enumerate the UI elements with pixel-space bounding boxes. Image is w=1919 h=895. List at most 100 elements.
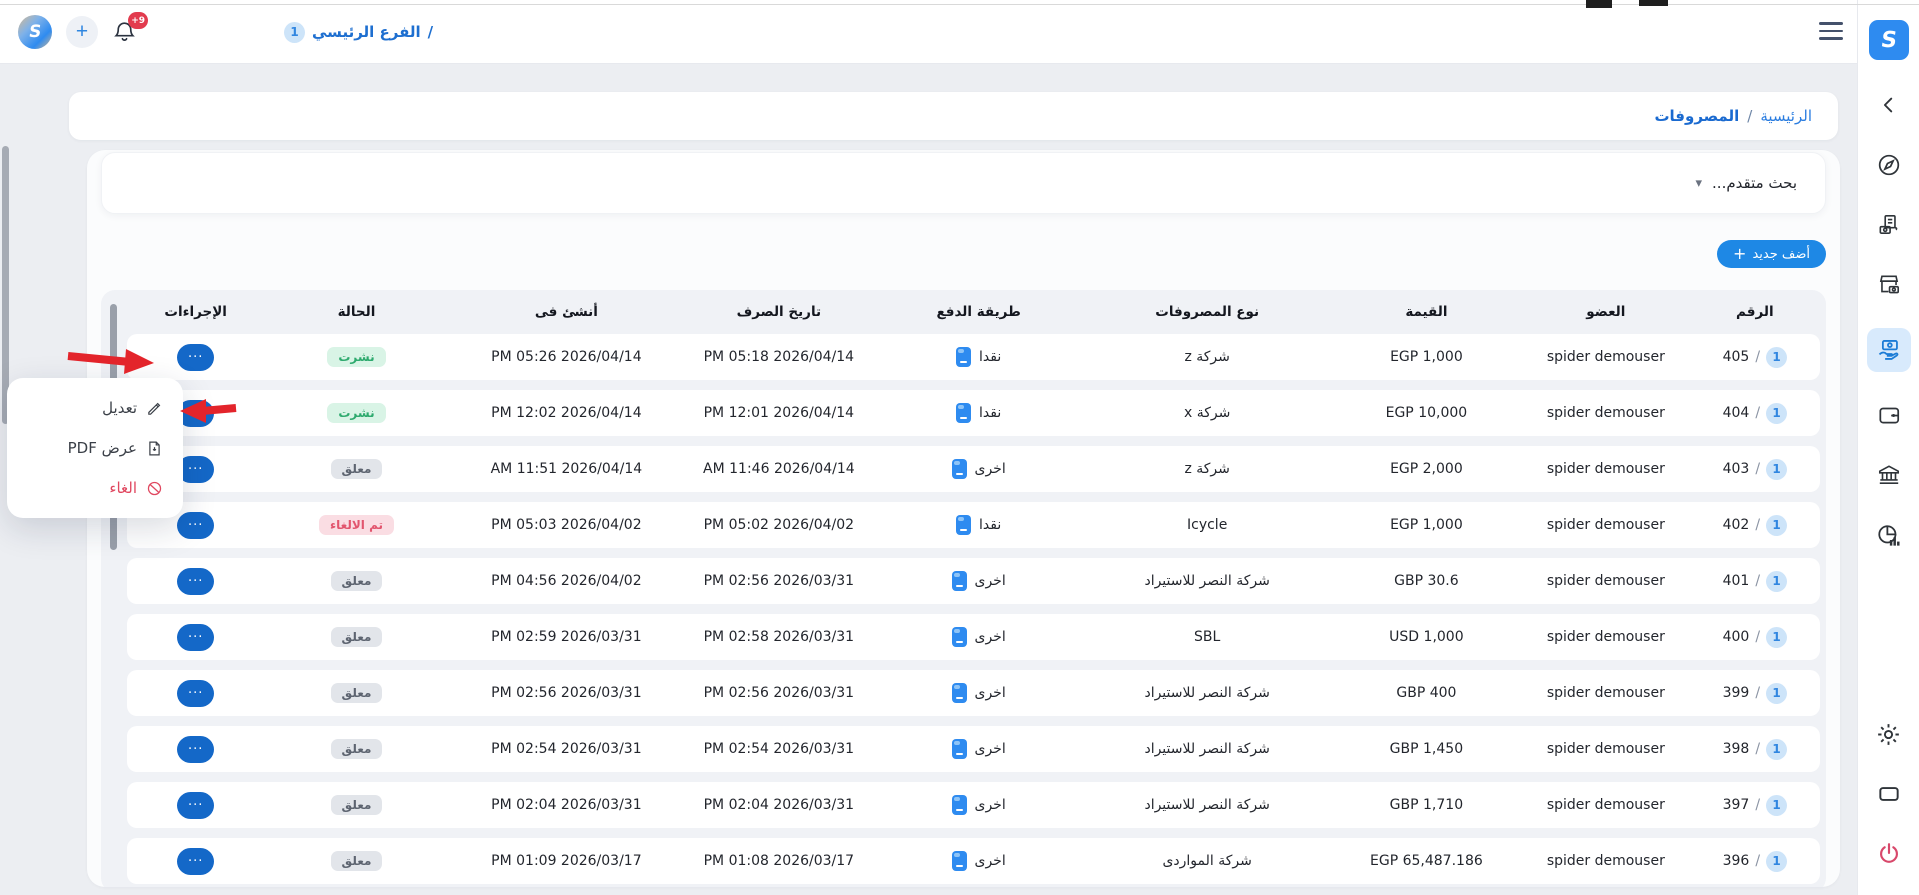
row-actions-button[interactable]: ... bbox=[177, 568, 214, 595]
wallet-icon bbox=[952, 627, 967, 647]
row-actions-button[interactable]: ... bbox=[177, 680, 214, 707]
advanced-search-label: بحث متقدم... bbox=[1712, 174, 1797, 192]
sidebar-invoice-cash-icon[interactable] bbox=[1867, 208, 1911, 242]
row-member: spider demouser bbox=[1522, 573, 1690, 589]
page-title: المصروفات bbox=[1654, 107, 1739, 125]
row-number: 398/1 bbox=[1690, 739, 1820, 760]
column-header-status: الحالة bbox=[264, 304, 449, 320]
sidebar-reports-pie-icon[interactable] bbox=[1867, 518, 1911, 552]
screen-artifact bbox=[1639, 0, 1668, 6]
plus-icon: + bbox=[1733, 246, 1746, 262]
row-number: 402/1 bbox=[1690, 515, 1820, 536]
row-actions-button[interactable]: ... bbox=[177, 792, 214, 819]
row-number: 403/1 bbox=[1690, 459, 1820, 480]
wallet-icon bbox=[952, 795, 967, 815]
status-badge: تم الالغاء bbox=[319, 515, 394, 535]
branch-breadcrumb[interactable]: 1 الفرع الرئيسي / bbox=[284, 22, 433, 43]
sidebar-bank-icon[interactable] bbox=[1867, 458, 1911, 492]
row-number: 401/1 bbox=[1690, 571, 1820, 592]
row-payment-method: اخرى bbox=[874, 739, 1084, 759]
row-count-badge: 1 bbox=[1766, 403, 1787, 424]
sidebar-collapse-chevron-icon[interactable] bbox=[1867, 88, 1911, 122]
row-actions-button[interactable]: ... bbox=[177, 624, 214, 651]
sidebar-screen-icon[interactable] bbox=[1867, 777, 1911, 811]
row-member: spider demouser bbox=[1522, 517, 1690, 533]
hamburger-menu-icon[interactable] bbox=[1819, 22, 1843, 45]
row-expense-type: شركة النصر للاستيراد bbox=[1084, 573, 1331, 589]
row-expense-type: شركة z bbox=[1084, 461, 1331, 477]
page-scrollbar[interactable] bbox=[2, 146, 9, 424]
row-expense-type: شركة x bbox=[1084, 405, 1331, 421]
row-count-badge: 1 bbox=[1766, 571, 1787, 592]
row-payment-date: PM 05:18 2026/04/14 bbox=[684, 349, 874, 365]
context-menu-cancel[interactable]: الغاء bbox=[7, 468, 183, 508]
sidebar-logout-power-icon[interactable] bbox=[1867, 837, 1911, 871]
add-new-button[interactable]: + أضف جديد bbox=[1717, 240, 1826, 268]
app-logo[interactable]: S bbox=[1869, 20, 1909, 60]
table-row: 400/1 spider demouser USD 1,000 SBL اخرى… bbox=[127, 614, 1820, 660]
status-badge: نشرت bbox=[327, 403, 385, 423]
row-created-at: PM 04:56 2026/04/02 bbox=[449, 573, 684, 589]
notifications-button[interactable]: +9 bbox=[112, 19, 138, 45]
ban-icon bbox=[146, 480, 163, 497]
row-member: spider demouser bbox=[1522, 741, 1690, 757]
wallet-icon bbox=[952, 851, 967, 871]
user-avatar[interactable]: S bbox=[18, 15, 52, 49]
row-created-at: PM 02:59 2026/03/31 bbox=[449, 629, 684, 645]
row-expense-type: شركة النصر للاستيراد bbox=[1084, 685, 1331, 701]
sidebar-store-cash-icon[interactable] bbox=[1867, 268, 1911, 302]
column-header-payment: طريقة الدفع bbox=[874, 304, 1084, 320]
row-payment-method: اخرى bbox=[874, 683, 1084, 703]
row-payment-date: PM 02:56 2026/03/31 bbox=[684, 685, 874, 701]
sidebar-expenses-item[interactable] bbox=[1867, 328, 1911, 372]
row-actions-button[interactable]: ... bbox=[177, 736, 214, 763]
annotation-arrow-to-edit-item bbox=[178, 398, 240, 424]
advanced-search-toggle[interactable]: بحث متقدم... ▾ bbox=[101, 152, 1826, 214]
row-actions-button[interactable]: ... bbox=[177, 848, 214, 875]
row-value: EGP 1,000 bbox=[1331, 517, 1522, 533]
column-header-actions: الإجراءات bbox=[127, 304, 264, 320]
status-badge: معلق bbox=[331, 627, 383, 647]
breadcrumb: الرئيسية / المصروفات bbox=[69, 92, 1838, 140]
sidebar-compass-icon[interactable] bbox=[1867, 148, 1911, 182]
expenses-table: الرقم العضو القيمة نوع المصروفات طريقة ا… bbox=[101, 290, 1826, 887]
row-count-badge: 1 bbox=[1766, 627, 1787, 648]
quick-add-button[interactable]: + bbox=[66, 16, 98, 48]
column-header-created: أنشئ فى bbox=[449, 304, 684, 320]
row-expense-type: شركة z bbox=[1084, 349, 1331, 365]
row-payment-method: اخرى bbox=[874, 851, 1084, 871]
row-value: GBP 1,450 bbox=[1331, 741, 1522, 757]
expenses-panel: بحث متقدم... ▾ + أضف جديد الرقم العضو ال… bbox=[87, 150, 1840, 887]
row-value: EGP 1,000 bbox=[1331, 349, 1522, 365]
status-badge: معلق bbox=[331, 739, 383, 759]
row-actions-button[interactable]: ... bbox=[177, 344, 214, 371]
row-payment-date: PM 02:56 2026/03/31 bbox=[684, 573, 874, 589]
context-menu-view-pdf[interactable]: عرض PDF bbox=[7, 428, 183, 468]
context-menu-edit[interactable]: تعديل bbox=[7, 388, 183, 428]
row-value: EGP 65,487.186 bbox=[1331, 853, 1522, 869]
hand-money-icon bbox=[1875, 337, 1902, 364]
annotation-arrow-to-actions-button bbox=[64, 346, 156, 376]
row-created-at: PM 05:03 2026/04/02 bbox=[449, 517, 684, 533]
row-created-at: PM 02:56 2026/03/31 bbox=[449, 685, 684, 701]
row-created-at: PM 12:02 2026/04/14 bbox=[449, 405, 684, 421]
sidebar-settings-gear-icon[interactable] bbox=[1867, 717, 1911, 751]
table-row: 403/1 spider demouser EGP 2,000 شركة z ا… bbox=[127, 446, 1820, 492]
row-member: spider demouser bbox=[1522, 629, 1690, 645]
row-value: EGP 2,000 bbox=[1331, 461, 1522, 477]
column-header-number: الرقم bbox=[1690, 304, 1820, 320]
row-created-at: PM 02:54 2026/03/31 bbox=[449, 741, 684, 757]
row-payment-date: PM 05:02 2026/04/02 bbox=[684, 517, 874, 533]
wallet-icon bbox=[952, 739, 967, 759]
status-badge: معلق bbox=[331, 571, 383, 591]
status-badge: معلق bbox=[331, 795, 383, 815]
wallet-icon bbox=[956, 403, 971, 423]
breadcrumb-home-link[interactable]: الرئيسية bbox=[1760, 107, 1812, 125]
wallet-icon bbox=[952, 683, 967, 703]
sidebar-wallet-icon[interactable] bbox=[1867, 398, 1911, 432]
row-member: spider demouser bbox=[1522, 461, 1690, 477]
column-header-member: العضو bbox=[1522, 304, 1690, 320]
row-actions-button[interactable]: ... bbox=[177, 512, 214, 539]
row-created-at: AM 11:51 2026/04/14 bbox=[449, 461, 684, 477]
wallet-icon bbox=[956, 515, 971, 535]
